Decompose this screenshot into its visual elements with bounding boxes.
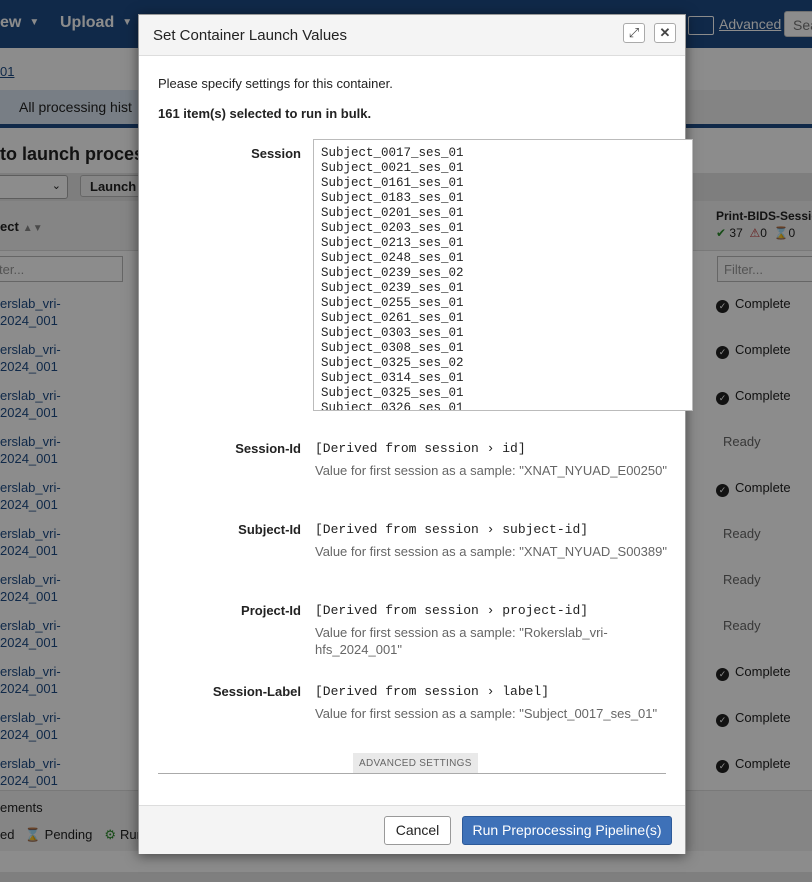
run-pipeline-button[interactable]: Run Preprocessing Pipeline(s) <box>462 816 672 845</box>
session-option[interactable]: Subject_0183_ses_01 <box>314 191 692 206</box>
session-option[interactable]: Subject_0308_ses_01 <box>314 341 692 356</box>
session-option[interactable]: Subject_0314_ses_01 <box>314 371 692 386</box>
derived-value: [Derived from session › project-id] <box>315 603 589 618</box>
field-label: Project-Id <box>241 603 301 618</box>
session-option[interactable]: Subject_0239_ses_02 <box>314 266 692 281</box>
session-option[interactable]: Subject_0203_ses_01 <box>314 221 692 236</box>
advanced-divider <box>158 773 666 774</box>
field-label: Session-Label <box>212 684 301 699</box>
session-option[interactable]: Subject_0017_ses_01 <box>314 146 692 161</box>
session-entries: Subject_0017_ses_01 Subject_0021_ses_01 Su… <box>314 146 692 410</box>
session-option[interactable]: Subject_0248_ses_01 <box>314 251 692 266</box>
derived-value: [Derived from session › id] <box>315 441 526 456</box>
dialog-title: Set Container Launch Values <box>153 27 348 44</box>
session-option[interactable]: Subject_0255_ses_01 <box>314 296 692 311</box>
bulk-selection-note: 161 item(s) selected to run in bulk. <box>158 106 372 121</box>
maximize-icon[interactable]: ⤢ <box>623 23 645 43</box>
session-option[interactable]: Subject_0161_ses_01 <box>314 176 692 191</box>
session-option[interactable]: Subject_0325_ses_02 <box>314 356 692 371</box>
dialog-intro: Please specify settings for this contain… <box>158 76 393 91</box>
session-option[interactable]: Subject_0213_ses_01 <box>314 236 692 251</box>
session-option[interactable]: Subject_0303_ses_01 <box>314 326 692 341</box>
session-option[interactable]: Subject_0201_ses_01 <box>314 206 692 221</box>
derived-value: [Derived from session › subject-id] <box>315 522 589 537</box>
launch-values-dialog: Set Container Launch Values ⤢ ✕ Please s… <box>138 14 693 854</box>
advanced-settings-toggle[interactable]: ADVANCED SETTINGS <box>353 753 478 773</box>
session-option[interactable]: Subject_0325_ses_01 <box>314 386 692 401</box>
sample-value-hint: Value for first session as a sample: "XN… <box>315 544 667 559</box>
close-icon[interactable]: ✕ <box>654 23 676 43</box>
cancel-button[interactable]: Cancel <box>384 816 451 845</box>
field-label: Subject-Id <box>238 522 301 537</box>
session-option[interactable]: Subject_0326_ses_01 <box>314 401 692 410</box>
session-list[interactable]: Subject_0017_ses_01 Subject_0021_ses_01 Su… <box>313 139 693 411</box>
session-option[interactable]: Subject_0021_ses_01 <box>314 161 692 176</box>
session-option[interactable]: Subject_0239_ses_01 <box>314 281 692 296</box>
derived-value: [Derived from session › label] <box>315 684 550 699</box>
session-label: Session <box>251 146 301 161</box>
sample-value-hint: Value for first session as a sample: "Su… <box>315 706 658 721</box>
field-label: Session-Id <box>235 441 301 456</box>
sample-value-hint: Value for first session as a sample: "XN… <box>315 463 667 478</box>
sample-value-hint: Value for first session as a sample: "Ro… <box>315 625 608 657</box>
session-option[interactable]: Subject_0261_ses_01 <box>314 311 692 326</box>
